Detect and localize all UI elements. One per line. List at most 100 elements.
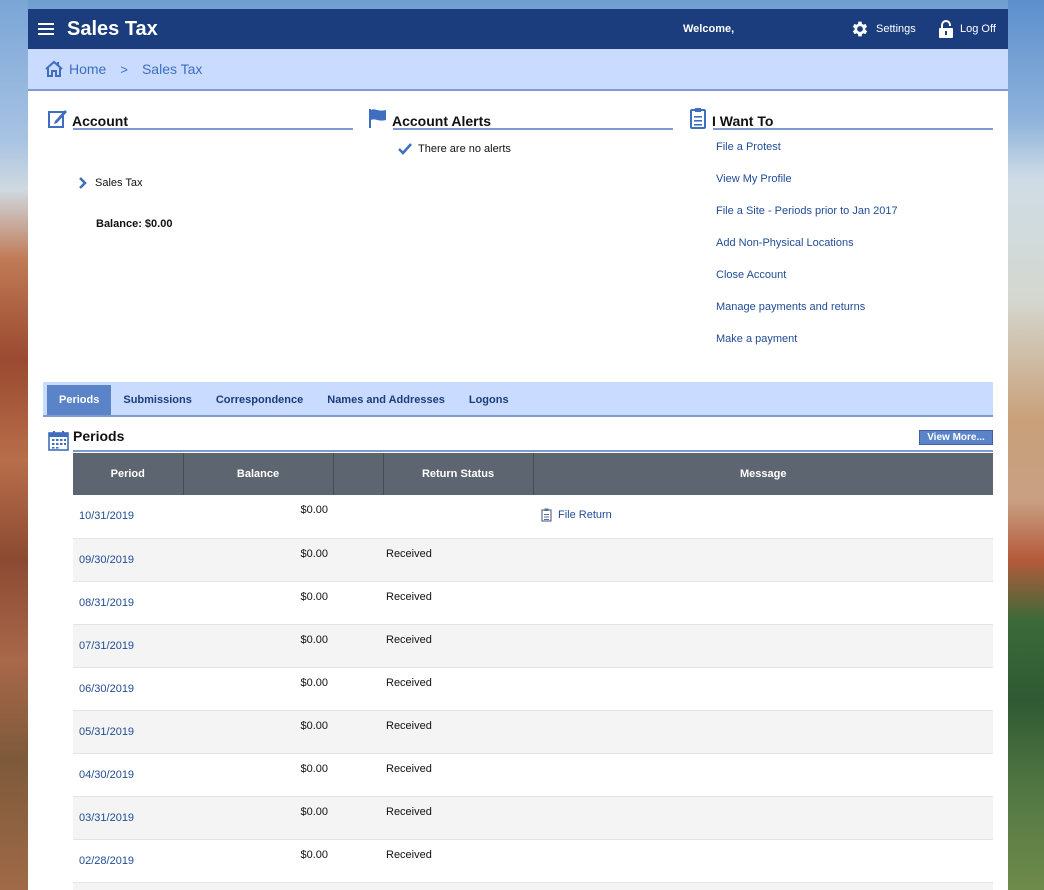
column-return-status[interactable]: Return Status — [383, 453, 534, 495]
row-status — [383, 495, 533, 538]
settings-button[interactable]: Settings — [850, 19, 916, 39]
page: Sales Tax Welcome, Settings Log Off Home… — [28, 9, 1008, 890]
clipboard-icon — [690, 108, 706, 129]
link-file-protest[interactable]: File a Protest — [716, 141, 898, 173]
row-balance: $0.00 — [300, 633, 328, 646]
file-return-label: File Return — [558, 509, 612, 521]
row-balance: $0.00 — [300, 762, 328, 775]
row-blank — [333, 839, 383, 882]
row-status: Received — [386, 547, 432, 560]
row-period[interactable]: 06/30/2019 — [73, 667, 183, 710]
table-row: 03/31/2019 $0.00 Received — [73, 796, 993, 839]
row-message — [533, 624, 993, 667]
row-blank — [333, 667, 383, 710]
tab-bar: Periods Submissions Correspondence Names… — [43, 382, 993, 417]
calendar-icon — [48, 431, 69, 451]
link-add-non-physical[interactable]: Add Non-Physical Locations — [716, 237, 898, 269]
row-blank — [333, 710, 383, 753]
top-bar: Sales Tax Welcome, Settings Log Off — [28, 9, 1008, 49]
tab-logons[interactable]: Logons — [457, 385, 521, 415]
row-message — [533, 710, 993, 753]
breadcrumb: Home > Sales Tax — [28, 49, 1008, 91]
row-balance: $0.00 — [300, 805, 328, 818]
view-more-button[interactable]: View More... — [919, 430, 993, 445]
account-section: Account — [48, 106, 353, 130]
row-balance: $0.00 — [300, 547, 328, 560]
row-blank — [333, 495, 383, 538]
account-heading: Account — [48, 106, 353, 129]
table-row: 07/31/2019 $0.00 Received — [73, 624, 993, 667]
gear-icon — [852, 21, 868, 37]
link-file-site[interactable]: File a Site - Periods prior to Jan 2017 — [716, 205, 898, 237]
alert-message: There are no alerts — [368, 143, 673, 155]
column-message[interactable]: Message — [533, 453, 993, 495]
table-row: 02/28/2019 $0.00 Received — [73, 839, 993, 882]
row-status: Received — [386, 633, 432, 646]
column-period[interactable]: Period — [73, 453, 184, 495]
chevron-right-icon — [79, 177, 87, 189]
tab-names-addresses[interactable]: Names and Addresses — [315, 385, 457, 415]
row-status: Received — [386, 590, 432, 603]
row-message — [533, 796, 993, 839]
row-period[interactable]: 10/31/2019 — [73, 495, 183, 538]
file-return-link[interactable]: File Return — [541, 508, 612, 522]
app-title: Sales Tax — [67, 17, 158, 40]
tab-periods[interactable]: Periods — [47, 385, 112, 415]
row-period[interactable]: 08/31/2019 — [73, 581, 183, 624]
row-period[interactable]: 05/31/2019 — [73, 710, 183, 753]
row-balance: $0.00 — [300, 504, 328, 516]
want-to-heading-text: I Want To — [712, 113, 774, 129]
background-right — [1008, 0, 1044, 890]
edit-icon — [48, 110, 67, 128]
row-period[interactable]: 04/30/2019 — [73, 753, 183, 796]
table-row: 04/30/2019 $0.00 Received — [73, 753, 993, 796]
tab-submissions[interactable]: Submissions — [111, 385, 203, 415]
logoff-label: Log Off — [960, 23, 996, 35]
row-blank — [333, 796, 383, 839]
table-row: 06/30/2019 $0.00 Received — [73, 667, 993, 710]
row-message — [533, 538, 993, 581]
column-balance[interactable]: Balance — [183, 453, 334, 495]
breadcrumb-current[interactable]: Sales Tax — [142, 61, 202, 77]
row-status: Received — [386, 719, 432, 732]
periods-title: Periods — [73, 428, 125, 444]
logoff-button[interactable]: Log Off — [938, 19, 996, 39]
background-left — [0, 0, 28, 890]
breadcrumb-separator: > — [120, 61, 128, 77]
want-to-section: I Want To — [688, 106, 993, 130]
alert-message-text: There are no alerts — [418, 143, 511, 155]
row-period[interactable]: 02/28/2019 — [73, 839, 183, 882]
flag-icon — [369, 109, 386, 128]
row-blank — [333, 753, 383, 796]
row-balance: $0.00 — [300, 590, 328, 603]
row-status: Received — [386, 805, 432, 818]
home-icon — [45, 60, 63, 77]
checkmark-icon — [398, 143, 412, 155]
link-close-account[interactable]: Close Account — [716, 269, 898, 301]
row-message — [533, 839, 993, 882]
account-item-sales-tax[interactable]: Sales Tax — [79, 177, 143, 189]
account-item-label: Sales Tax — [95, 177, 143, 189]
link-make-payment[interactable]: Make a payment — [716, 333, 898, 365]
periods-header: Periods View More... — [48, 428, 993, 452]
row-message: File Return — [533, 495, 993, 538]
row-period[interactable]: 09/30/2019 — [73, 538, 183, 581]
alerts-heading-text: Account Alerts — [392, 113, 492, 129]
row-period[interactable]: 03/31/2019 — [73, 796, 183, 839]
tab-correspondence[interactable]: Correspondence — [204, 385, 315, 415]
link-view-profile[interactable]: View My Profile — [716, 173, 898, 205]
link-manage-payments[interactable]: Manage payments and returns — [716, 301, 898, 333]
breadcrumb-home[interactable]: Home — [44, 60, 106, 78]
row-message — [533, 667, 993, 710]
welcome-text: Welcome, — [683, 23, 735, 35]
row-balance: $0.00 — [300, 719, 328, 732]
row-period[interactable]: 07/31/2019 — [73, 624, 183, 667]
hamburger-icon[interactable] — [38, 23, 54, 35]
table-row: 08/31/2019 $0.00 Received — [73, 581, 993, 624]
account-balance: Balance: $0.00 — [96, 218, 173, 230]
row-blank — [333, 581, 383, 624]
row-status: Received — [386, 762, 432, 775]
want-to-heading: I Want To — [688, 106, 993, 129]
table-row — [73, 882, 993, 890]
row-balance: $0.00 — [300, 848, 328, 861]
